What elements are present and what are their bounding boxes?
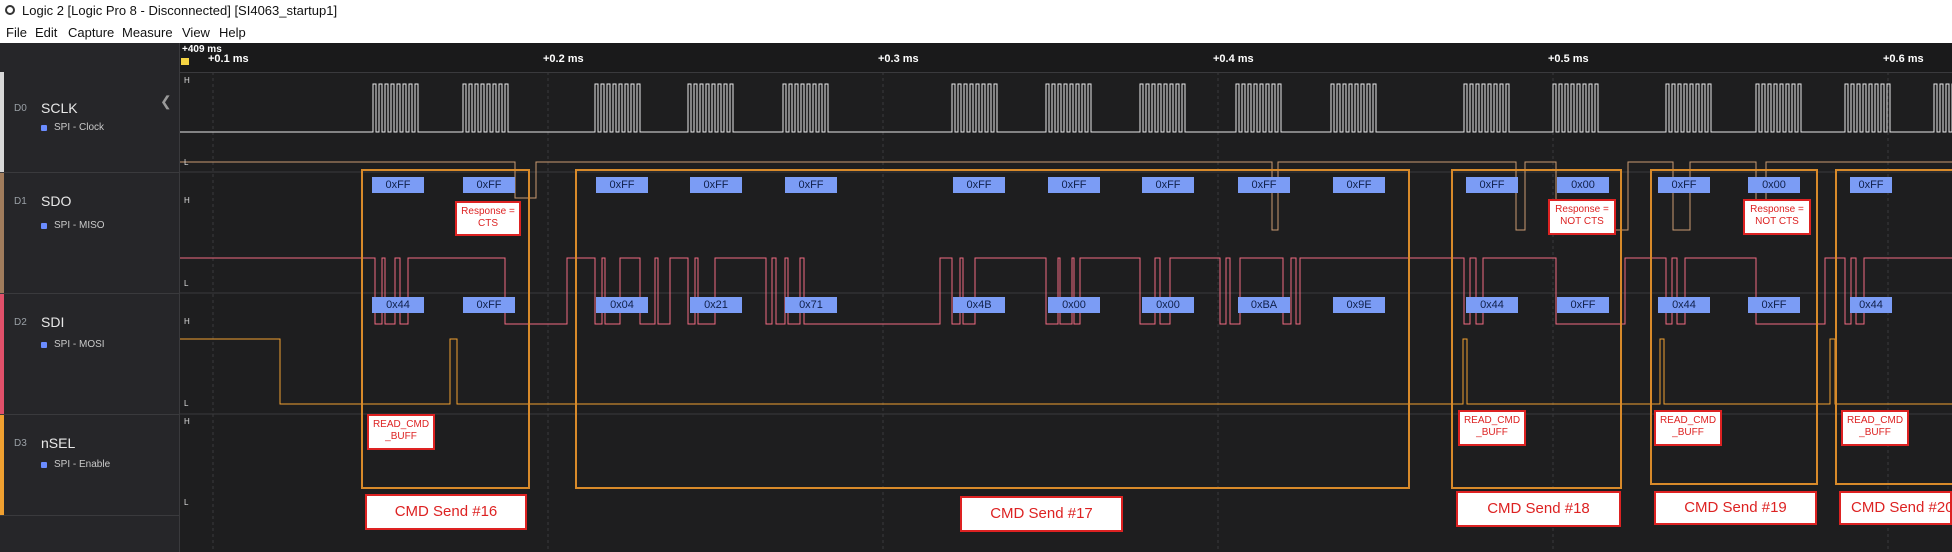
mosi-byte-badge[interactable]: 0x9E: [1333, 297, 1385, 313]
mosi-byte-badge[interactable]: 0x44: [1850, 297, 1892, 313]
channel-name[interactable]: SDI: [41, 314, 64, 330]
channel-row-sclk[interactable]: D0 SCLK SPI - Clock: [0, 72, 179, 173]
miso-byte-badge[interactable]: 0x00: [1748, 177, 1800, 193]
cmd-send-label: CMD Send #18: [1456, 491, 1621, 527]
channel-name[interactable]: SCLK: [41, 100, 78, 116]
tick-label: +0.2 ms: [543, 53, 584, 65]
level-high-label: H: [184, 76, 190, 85]
mosi-byte-badge[interactable]: 0x71: [785, 297, 837, 313]
miso-byte-badge[interactable]: 0xFF: [1048, 177, 1100, 193]
miso-byte-badge[interactable]: 0x00: [1557, 177, 1609, 193]
channel-color-stripe: [0, 72, 4, 172]
mosi-byte-badge[interactable]: 0x44: [1658, 297, 1710, 313]
channel-index: D2: [14, 317, 27, 328]
mosi-byte-badge[interactable]: 0xFF: [1557, 297, 1609, 313]
miso-byte-badge[interactable]: 0xFF: [1142, 177, 1194, 193]
app-logo-icon: [5, 5, 15, 15]
channel-index: D1: [14, 196, 27, 207]
tick-label: +0.6 ms: [1883, 53, 1924, 65]
channel-color-stripe: [0, 294, 4, 414]
menu-measure[interactable]: Measure: [122, 25, 173, 40]
transaction-frame: [575, 169, 1410, 489]
sclk-trace: [180, 83, 1952, 133]
mosi-byte-badge[interactable]: 0x21: [690, 297, 742, 313]
tick-label: +0.1 ms: [208, 53, 249, 65]
mosi-byte-badge[interactable]: 0x44: [372, 297, 424, 313]
menu-help[interactable]: Help: [219, 25, 246, 40]
level-low-label: L: [184, 498, 189, 507]
channel-row-nsel[interactable]: D3 nSEL SPI - Enable: [0, 415, 179, 516]
level-low-label: L: [184, 158, 189, 167]
tick-label: +0.4 ms: [1213, 53, 1254, 65]
mosi-byte-badge[interactable]: 0xFF: [463, 297, 515, 313]
miso-byte-badge[interactable]: 0xFF: [1850, 177, 1892, 193]
miso-byte-badge[interactable]: 0xFF: [785, 177, 837, 193]
channel-index: D3: [14, 438, 27, 449]
mosi-byte-badge[interactable]: 0x04: [596, 297, 648, 313]
analyzer-label: SPI - Clock: [54, 122, 105, 133]
miso-byte-badge[interactable]: 0xFF: [1466, 177, 1518, 193]
time-ruler[interactable]: +409 ms +0.1 ms +0.2 ms +0.3 ms +0.4 ms …: [180, 43, 1952, 73]
channel-sidebar: ❮ D0 SCLK SPI - Clock D1 SDO SPI - MISO …: [0, 43, 180, 552]
tick-label: +0.3 ms: [878, 53, 919, 65]
response-note: Response = CTS: [455, 201, 521, 236]
miso-byte-badge[interactable]: 0xFF: [953, 177, 1005, 193]
cmd-send-label: CMD Send #20: [1839, 491, 1952, 525]
analyzer-dot-icon: [41, 223, 47, 229]
menu-file[interactable]: File: [6, 25, 27, 40]
mosi-byte-badge[interactable]: 0x4B: [953, 297, 1005, 313]
title-bar: Logic 2 [Logic Pro 8 - Disconnected] [SI…: [0, 0, 1952, 22]
window-title: Logic 2 [Logic Pro 8 - Disconnected] [SI…: [22, 3, 338, 18]
channel-row-sdi[interactable]: D2 SDI SPI - MOSI: [0, 294, 179, 415]
mosi-byte-badge[interactable]: 0x44: [1466, 297, 1518, 313]
miso-byte-badge[interactable]: 0xFF: [1658, 177, 1710, 193]
menu-capture[interactable]: Capture: [68, 25, 114, 40]
miso-byte-badge[interactable]: 0xFF: [463, 177, 515, 193]
time-marker-icon[interactable]: [181, 58, 189, 65]
analyzer-label: SPI - Enable: [54, 459, 111, 470]
read-cmd-buff-note: READ_CMD _BUFF: [367, 414, 435, 450]
mosi-byte-badge[interactable]: 0xFF: [1748, 297, 1800, 313]
mosi-byte-badge[interactable]: 0xBA: [1238, 297, 1290, 313]
read-cmd-buff-note: READ_CMD _BUFF: [1841, 410, 1909, 446]
analyzer-label: SPI - MOSI: [54, 339, 105, 350]
miso-byte-badge[interactable]: 0xFF: [690, 177, 742, 193]
level-high-label: H: [184, 417, 190, 426]
response-note: Response = NOT CTS: [1548, 199, 1616, 235]
response-note: Response = NOT CTS: [1743, 199, 1811, 235]
read-cmd-buff-note: READ_CMD _BUFF: [1654, 410, 1722, 446]
level-high-label: H: [184, 196, 190, 205]
level-low-label: L: [184, 399, 189, 408]
channel-name[interactable]: SDO: [41, 193, 71, 209]
cmd-send-label: CMD Send #16: [365, 494, 527, 530]
miso-byte-badge[interactable]: 0xFF: [1333, 177, 1385, 193]
mosi-byte-badge[interactable]: 0x00: [1048, 297, 1100, 313]
cmd-send-label: CMD Send #17: [960, 496, 1123, 532]
miso-byte-badge[interactable]: 0xFF: [1238, 177, 1290, 193]
channel-index: D0: [14, 103, 27, 114]
menu-bar: File Edit Capture Measure View Help: [0, 22, 1952, 43]
analyzer-dot-icon: [41, 125, 47, 131]
analyzer-dot-icon: [41, 462, 47, 468]
read-cmd-buff-note: READ_CMD _BUFF: [1458, 410, 1526, 446]
cmd-send-label: CMD Send #19: [1654, 491, 1817, 525]
channel-row-sdo[interactable]: D1 SDO SPI - MISO: [0, 173, 179, 294]
level-low-label: L: [184, 279, 189, 288]
menu-view[interactable]: View: [182, 25, 210, 40]
mosi-byte-badge[interactable]: 0x00: [1142, 297, 1194, 313]
analyzer-dot-icon: [41, 342, 47, 348]
analyzer-label: SPI - MISO: [54, 220, 105, 231]
menu-edit[interactable]: Edit: [35, 25, 57, 40]
tick-label: +0.5 ms: [1548, 53, 1589, 65]
channel-name[interactable]: nSEL: [41, 435, 75, 451]
channel-color-stripe: [0, 173, 4, 293]
miso-byte-badge[interactable]: 0xFF: [596, 177, 648, 193]
channel-color-stripe: [0, 415, 4, 515]
level-high-label: H: [184, 317, 190, 326]
miso-byte-badge[interactable]: 0xFF: [372, 177, 424, 193]
